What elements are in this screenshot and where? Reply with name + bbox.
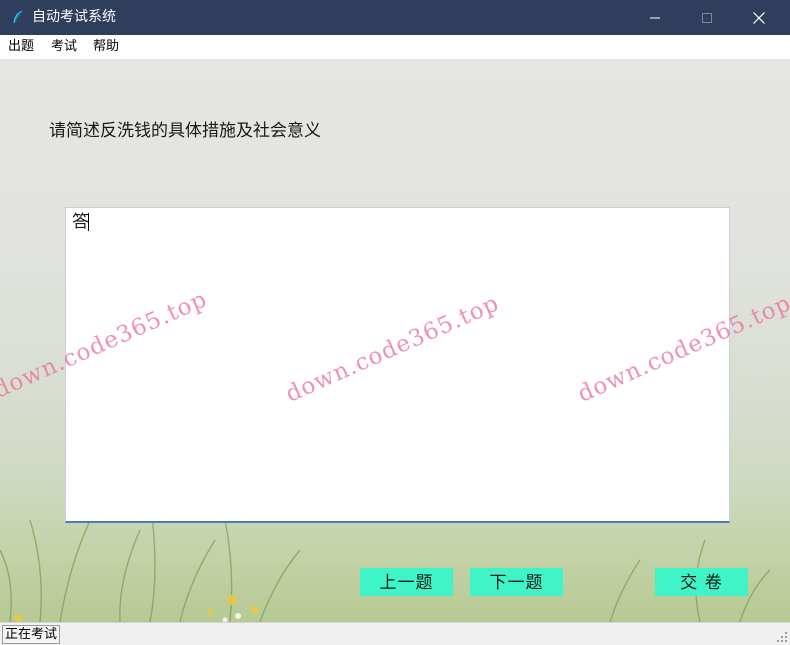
menu-bar: 出题 考试 帮助 [0, 35, 790, 60]
close-button[interactable] [736, 0, 782, 35]
exam-panel: 请简述反洗钱的具体措施及社会意义 答 上一题 下一题 交 卷 [0, 60, 790, 622]
menu-item-help[interactable]: 帮助 [93, 39, 119, 55]
status-bar: 正在考试 [0, 622, 790, 645]
minimize-icon [650, 17, 660, 18]
maximize-button[interactable] [684, 0, 730, 35]
next-question-button[interactable]: 下一题 [470, 568, 563, 596]
menu-item-create[interactable]: 出题 [8, 39, 34, 55]
feather-icon [13, 10, 23, 24]
previous-question-button[interactable]: 上一题 [360, 568, 453, 596]
menu-item-exam[interactable]: 考试 [51, 39, 77, 55]
answer-value: 答 [72, 212, 89, 232]
text-cursor [88, 213, 89, 231]
answer-textarea[interactable]: 答 [65, 207, 730, 523]
resize-grip-icon[interactable] [776, 631, 788, 643]
submit-exam-button[interactable]: 交 卷 [655, 568, 748, 596]
maximize-icon [702, 12, 712, 23]
status-label: 正在考试 [2, 625, 61, 644]
minimize-button[interactable] [632, 0, 678, 35]
question-text: 请简述反洗钱的具体措施及社会意义 [49, 121, 321, 141]
window-title: 自动考试系统 [32, 9, 116, 25]
title-bar[interactable]: 自动考试系统 [0, 0, 790, 35]
close-icon [753, 11, 765, 24]
